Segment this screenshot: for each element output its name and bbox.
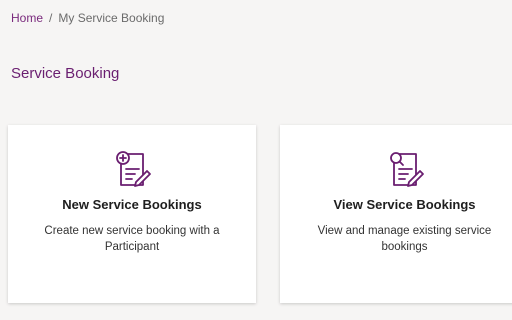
new-service-bookings-title: New Service Bookings [62, 197, 202, 212]
breadcrumb: Home / My Service Booking [11, 11, 164, 25]
breadcrumb-home-link[interactable]: Home [11, 11, 43, 25]
page-title: Service Booking [11, 65, 120, 82]
view-service-bookings-description: View and manage existing service booking… [317, 225, 492, 253]
new-service-bookings-card[interactable]: New Service Bookings Create new service … [8, 125, 256, 303]
new-document-plus-icon [116, 151, 151, 187]
document-search-icon [389, 152, 424, 187]
breadcrumb-current: My Service Booking [58, 11, 165, 25]
new-service-bookings-description: Create new service booking with a Partic… [44, 225, 220, 253]
view-service-bookings-card[interactable]: View Service Bookings View and manage ex… [280, 125, 512, 303]
view-service-bookings-title: View Service Bookings [333, 197, 476, 212]
breadcrumb-separator: / [49, 11, 53, 25]
